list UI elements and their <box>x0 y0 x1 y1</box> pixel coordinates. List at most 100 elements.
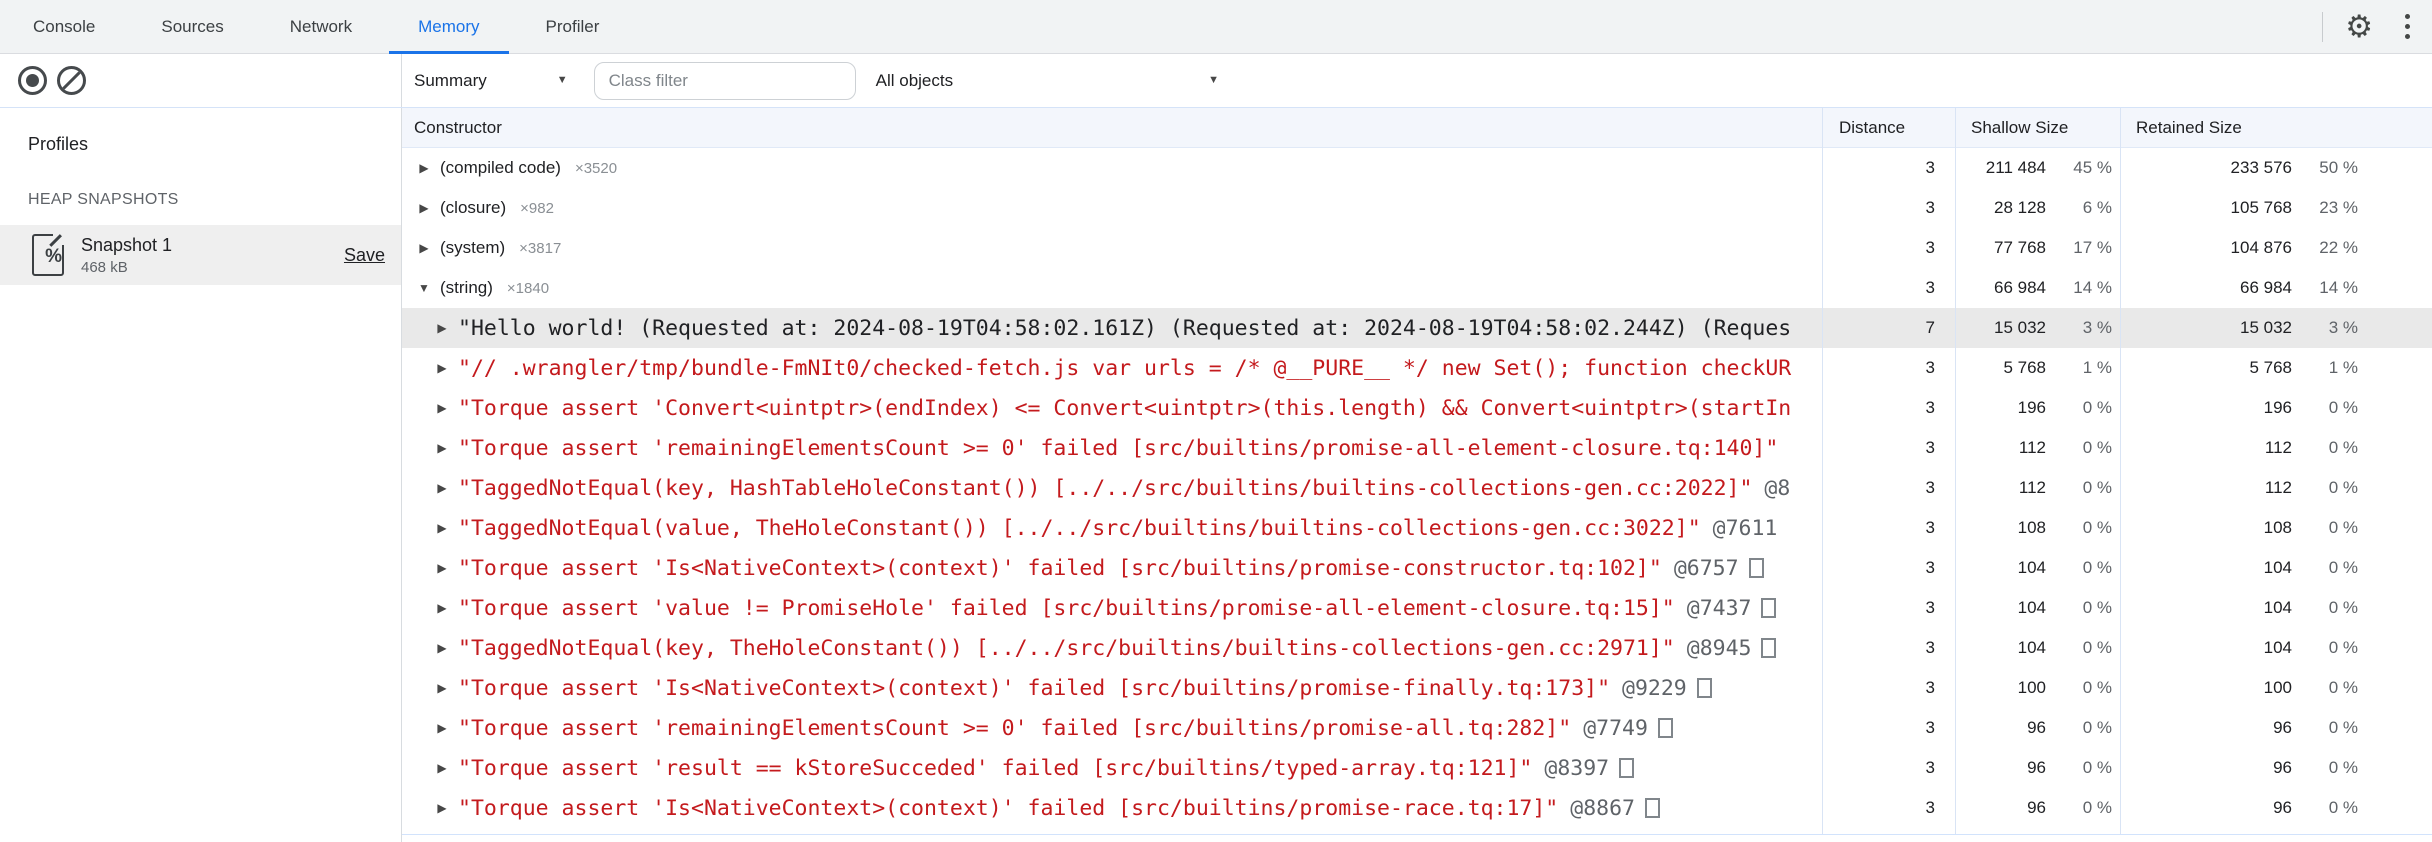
column-separator[interactable] <box>1955 108 1956 834</box>
retained-size-value: 105 768 <box>2230 198 2292 217</box>
perspective-select-value: Summary <box>414 70 487 90</box>
shallow-size-cell: 96 0 % <box>1955 758 2120 778</box>
expand-arrow-icon[interactable]: ▶ <box>434 641 450 655</box>
table-row-string[interactable]: ▶ "TaggedNotEqual(value, TheHoleConstant(… <box>402 508 2432 548</box>
distance-value: 3 <box>1925 678 1935 697</box>
retained-size-value: 233 576 <box>2230 158 2292 177</box>
object-glyph-icon <box>1619 758 1635 778</box>
clear-profiles-icon[interactable] <box>57 66 86 95</box>
retained-size-cell: 104 0 % <box>2120 598 2432 618</box>
collapse-arrow-icon[interactable]: ▼ <box>416 281 432 295</box>
tabbar-actions: ⚙ <box>2322 0 2432 53</box>
table-row-string[interactable]: ▶ "Torque assert 'remainingElementsCount … <box>402 428 2432 468</box>
snapshot-item[interactable]: % Snapshot 1 468 kB Save <box>0 225 401 285</box>
table-row-string[interactable]: ▶ "Torque assert 'Convert<uintptr>(endInd… <box>402 388 2432 428</box>
shallow-size-cell: 196 0 % <box>1955 398 2120 418</box>
expand-arrow-icon[interactable]: ▶ <box>434 561 450 575</box>
retained-size-percent: 0 % <box>2328 398 2358 417</box>
column-header-distance[interactable]: Distance <box>1822 118 1955 138</box>
save-link[interactable]: Save <box>344 245 385 266</box>
distance-value: 3 <box>1925 398 1935 417</box>
table-row-string[interactable]: ▶ "TaggedNotEqual(key, TheHoleConstant())… <box>402 628 2432 668</box>
retained-size-value: 96 <box>2273 798 2292 817</box>
expand-arrow-icon[interactable]: ▶ <box>434 321 450 335</box>
constructor-cell: ▶ "Torque assert 'result == kStoreSuccede… <box>402 756 1822 781</box>
table-row-string[interactable]: ▶ "Torque assert 'value != PromiseHole' f… <box>402 588 2432 628</box>
retained-size-percent: 0 % <box>2328 718 2358 737</box>
shallow-size-value: 211 484 <box>1985 158 2046 177</box>
table-row-category[interactable]: ▶ (system) ×3817 3 77 768 17 % 104 876 22 % <box>402 228 2432 268</box>
heap-snapshots-section-label: HEAP SNAPSHOTS <box>28 191 179 208</box>
tab-network[interactable]: Network <box>257 0 385 53</box>
expand-arrow-icon[interactable]: ▶ <box>416 161 432 175</box>
retained-size-value: 196 <box>2263 398 2292 417</box>
table-row-category[interactable]: ▶ (compiled code) ×3520 3 211 484 45 % 233 576… <box>402 148 2432 188</box>
retained-size-value: 108 <box>2263 518 2292 537</box>
retained-size-cell: 96 0 % <box>2120 798 2432 818</box>
retained-size-cell: 104 0 % <box>2120 638 2432 658</box>
record-heap-snapshot-icon[interactable] <box>18 66 47 95</box>
column-header-constructor[interactable]: Constructor <box>402 118 1822 138</box>
shallow-size-percent: 0 % <box>2082 638 2112 657</box>
expand-arrow-icon[interactable]: ▶ <box>434 441 450 455</box>
column-separator[interactable] <box>1822 108 1823 834</box>
class-filter-input[interactable] <box>593 61 856 100</box>
shallow-size-percent: 0 % <box>2082 598 2112 617</box>
panel-tab-bar: Console Sources Network Memory Profiler … <box>0 0 2432 54</box>
retained-size-value: 5 768 <box>2249 358 2292 377</box>
retained-size-percent: 14 % <box>2319 278 2358 297</box>
expand-arrow-icon[interactable]: ▶ <box>434 521 450 535</box>
table-row-string[interactable]: ▶ "Torque assert 'Is<NativeContext>(conte… <box>402 668 2432 708</box>
expand-arrow-icon[interactable]: ▶ <box>416 241 432 255</box>
object-glyph-icon <box>1696 678 1712 698</box>
more-options-icon[interactable] <box>2399 10 2416 43</box>
retained-size-percent: 50 % <box>2319 158 2358 177</box>
column-separator[interactable] <box>2120 108 2121 834</box>
constructor-label: (system) <box>440 238 506 257</box>
shallow-size-value: 96 <box>2027 798 2046 817</box>
heap-snapshot-grid: Constructor Distance Shallow Size Retain… <box>402 108 2432 842</box>
table-row-string[interactable]: ▶ "TaggedNotEqual(key, HashTableHoleConst… <box>402 468 2432 508</box>
grid-header: Constructor Distance Shallow Size Retain… <box>402 108 2432 148</box>
tab-console[interactable]: Console <box>0 0 128 53</box>
tab-sources[interactable]: Sources <box>128 0 256 53</box>
shallow-size-cell: 5 768 1 % <box>1955 358 2120 378</box>
expand-arrow-icon[interactable]: ▶ <box>434 481 450 495</box>
table-row-category[interactable]: ▶ (closure) ×982 3 28 128 6 % 105 768 23 % <box>402 188 2432 228</box>
expand-arrow-icon[interactable]: ▶ <box>434 801 450 815</box>
expand-arrow-icon[interactable]: ▶ <box>416 201 432 215</box>
constructor-cell: ▶ "Torque assert 'remainingElementsCount … <box>402 716 1822 741</box>
settings-gear-icon[interactable]: ⚙ <box>2345 11 2373 42</box>
retained-size-value: 112 <box>2264 478 2292 497</box>
distance-value: 3 <box>1925 478 1935 497</box>
distance-value: 3 <box>1925 558 1935 577</box>
table-row-string[interactable]: ▶ "Torque assert 'Is<NativeContext>(conte… <box>402 788 2432 828</box>
retained-size-percent: 0 % <box>2328 758 2358 777</box>
table-row-string[interactable]: ▶ "Torque assert 'Is<NativeContext>(conte… <box>402 548 2432 588</box>
column-header-retained-size[interactable]: Retained Size <box>2120 118 2432 138</box>
expand-arrow-icon[interactable]: ▶ <box>434 361 450 375</box>
perspective-select[interactable]: Summary ▼ <box>414 71 568 91</box>
retained-size-percent: 0 % <box>2328 678 2358 697</box>
table-row-string[interactable]: ▶ "Torque assert 'result == kStoreSuccede… <box>402 748 2432 788</box>
column-header-shallow-size[interactable]: Shallow Size <box>1955 118 2120 138</box>
table-row-string[interactable]: ▶ "Torque assert 'remainingElementsCount … <box>402 708 2432 748</box>
retained-size-value: 104 <box>2263 598 2292 617</box>
constructor-cell: ▶ "Hello world! (Requested at: 2024-08-19… <box>402 316 1822 341</box>
toolbar-divider <box>2322 11 2324 42</box>
expand-arrow-icon[interactable]: ▶ <box>434 681 450 695</box>
table-row-string[interactable]: ▶ "// .wrangler/tmp/bundle-FmNIt0/checked… <box>402 348 2432 388</box>
tab-profiler[interactable]: Profiler <box>513 0 633 53</box>
distance-value: 3 <box>1925 718 1935 737</box>
tab-memory[interactable]: Memory <box>385 0 512 54</box>
object-id: @8945 <box>1686 635 1752 661</box>
retained-size-value: 66 984 <box>2240 278 2292 297</box>
table-row-category[interactable]: ▼ (string) ×1840 3 66 984 14 % 66 984 14 % <box>402 268 2432 308</box>
expand-arrow-icon[interactable]: ▶ <box>434 721 450 735</box>
expand-arrow-icon[interactable]: ▶ <box>434 601 450 615</box>
instance-count: ×3817 <box>519 239 562 257</box>
expand-arrow-icon[interactable]: ▶ <box>434 761 450 775</box>
object-scope-select[interactable]: All objects ▼ <box>876 71 1219 91</box>
expand-arrow-icon[interactable]: ▶ <box>434 401 450 415</box>
table-row-string[interactable]: ▶ "Hello world! (Requested at: 2024-08-19… <box>402 308 2432 348</box>
